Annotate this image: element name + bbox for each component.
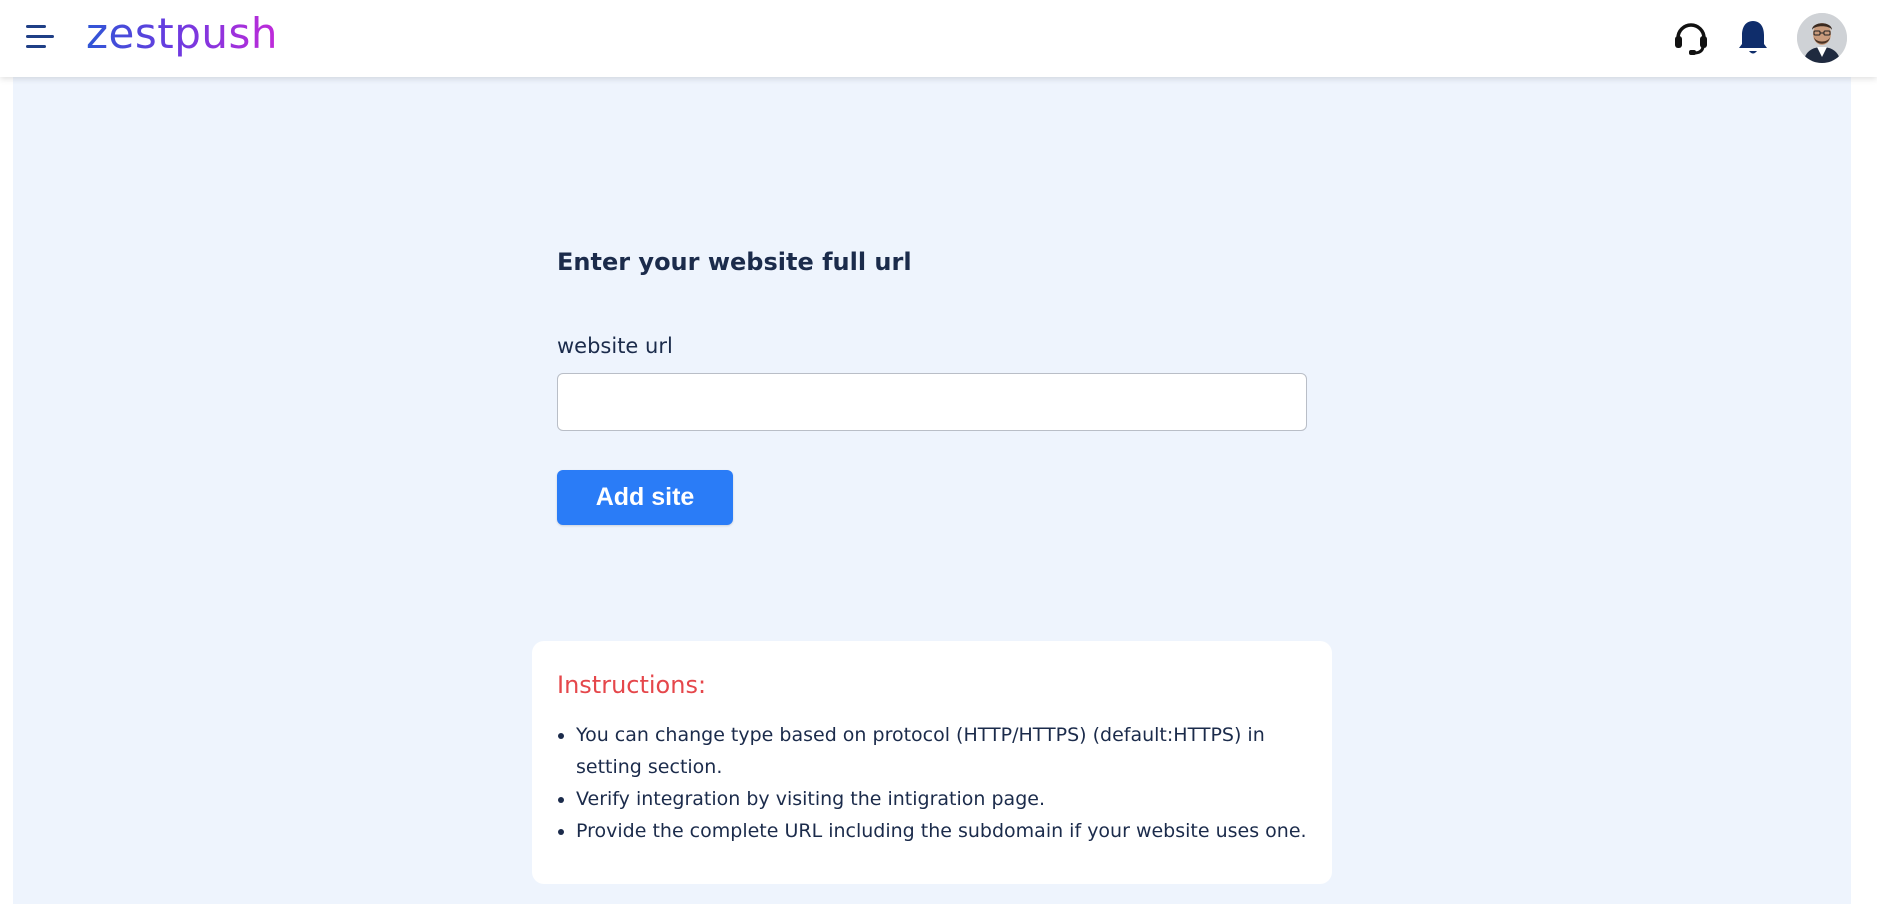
menu-icon[interactable] bbox=[26, 22, 58, 52]
website-url-label: website url bbox=[557, 334, 673, 358]
top-navigation-bar: zestpush bbox=[0, 0, 1877, 77]
instructions-title: Instructions: bbox=[557, 671, 707, 699]
page-title: Enter your website full url bbox=[557, 248, 912, 276]
website-url-input[interactable] bbox=[557, 373, 1307, 431]
instructions-list: You can change type based on protocol (H… bbox=[576, 719, 1316, 847]
list-item: You can change type based on protocol (H… bbox=[576, 719, 1316, 783]
user-avatar[interactable] bbox=[1797, 13, 1847, 63]
bell-icon[interactable] bbox=[1736, 18, 1770, 58]
add-site-button[interactable]: Add site bbox=[557, 470, 733, 525]
list-item: Verify integration by visiting the intig… bbox=[576, 783, 1316, 815]
zestpush-logo[interactable]: zestpush bbox=[86, 6, 278, 62]
list-item: Provide the complete URL including the s… bbox=[576, 815, 1316, 847]
headset-icon[interactable] bbox=[1672, 18, 1710, 56]
instructions-panel: Instructions: You can change type based … bbox=[532, 641, 1332, 884]
